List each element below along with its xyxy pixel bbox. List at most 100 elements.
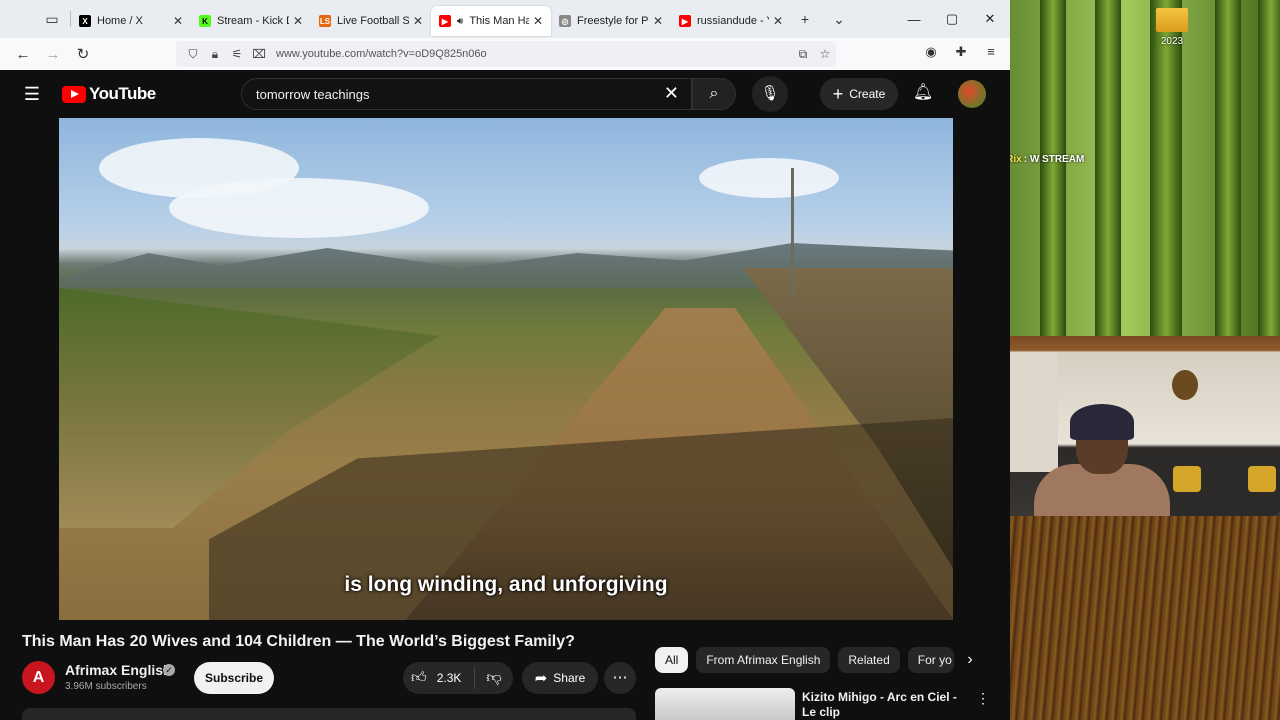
navigation-bar: ← → ↻ ⛉ 🔒︎ ⚟ ⌧ www.youtube.com/watch?v=o… xyxy=(0,38,1010,70)
tab-russiandude[interactable]: ▶ russiandude - Yo ✕ xyxy=(671,6,791,36)
close-tab-icon[interactable]: ✕ xyxy=(533,14,543,28)
video-caption: is long winding, and unforgiving xyxy=(344,573,668,596)
tab-list-chevron-icon[interactable]: ⌄ xyxy=(825,11,853,28)
close-tab-icon[interactable]: ✕ xyxy=(293,14,303,28)
permissions-icon[interactable]: ⚟ xyxy=(226,47,248,61)
shield-icon[interactable]: ⛉ xyxy=(182,47,204,62)
channel-name[interactable]: Afrimax English xyxy=(65,662,172,678)
vertical-dots-icon[interactable]: ⋮ xyxy=(976,690,990,707)
address-bar[interactable]: ⛉ 🔒︎ ⚟ ⌧ www.youtube.com/watch?v=oD9Q825… xyxy=(176,41,836,67)
plus-icon: + xyxy=(832,83,844,104)
tab-kick[interactable]: K Stream - Kick Da ✕ xyxy=(191,6,311,36)
app-menu-icon[interactable]: ≡ xyxy=(976,44,1006,60)
share-arrow-icon: ➦ xyxy=(534,670,548,687)
tab-x[interactable]: X Home / X ✕ xyxy=(71,6,191,36)
speaker-icon[interactable]: 🔊︎ xyxy=(457,16,463,27)
back-icon[interactable]: ← xyxy=(8,46,38,63)
thumbs-down-icon: 👎︎ xyxy=(486,669,502,686)
chat-message: : W STREAM xyxy=(1023,153,1085,165)
browser-window: ▭ X Home / X ✕ K Stream - Kick Da ✕ LS L… xyxy=(0,0,1010,720)
desk-surface xyxy=(1010,515,1280,720)
recommendation-chips: All From Afrimax English Related For yo xyxy=(655,647,962,673)
reload-icon[interactable]: ↻ xyxy=(68,45,98,63)
tab-label: Freestyle for Par xyxy=(577,15,649,27)
tab-overview-icon[interactable]: ▭ xyxy=(38,11,66,28)
avatar[interactable] xyxy=(958,80,986,108)
youtube-play-icon xyxy=(62,85,86,103)
new-tab-icon[interactable]: + xyxy=(791,11,819,27)
youtube-favicon-icon: ▶ xyxy=(679,15,691,27)
like-count: 2.3K xyxy=(436,671,462,685)
search-query[interactable]: tomorrow teachings xyxy=(256,87,369,102)
forward-icon[interactable]: → xyxy=(38,46,68,63)
tab-strip: ▭ X Home / X ✕ K Stream - Kick Da ✕ LS L… xyxy=(0,0,1010,38)
subscriber-count: 3.96M subscribers xyxy=(65,681,147,692)
tab-livescore[interactable]: LS Live Football Sco ✕ xyxy=(311,6,431,36)
video-player[interactable]: is long winding, and unforgiving xyxy=(59,118,953,620)
thumbs-up-icon: 👍︎ xyxy=(411,669,427,686)
microphone-icon: 🎙︎ xyxy=(760,85,780,102)
share-button[interactable]: ➦ Share xyxy=(522,662,598,694)
picture-in-picture-icon[interactable]: ⧉ xyxy=(792,47,814,62)
close-tab-icon[interactable]: ✕ xyxy=(653,14,663,28)
x-favicon-icon: X xyxy=(79,15,91,27)
tab-label: This Man Ha xyxy=(469,15,529,27)
dislike-button[interactable]: 👎︎ xyxy=(475,669,513,687)
close-tab-icon[interactable]: ✕ xyxy=(173,14,183,28)
search-input[interactable]: tomorrow teachings ✕ xyxy=(241,78,692,110)
video-title: This Man Has 20 Wives and 104 Children —… xyxy=(22,633,575,650)
utility-pole xyxy=(791,168,794,298)
tab-label: russiandude - Yo xyxy=(697,15,769,27)
maximize-icon[interactable]: ▢ xyxy=(933,11,971,27)
tab-label: Live Football Sco xyxy=(337,15,409,27)
clear-search-icon[interactable]: ✕ xyxy=(664,83,679,104)
like-button[interactable]: 👍︎ 2.3K xyxy=(403,667,475,689)
create-button[interactable]: + Create xyxy=(820,78,898,110)
chip-related[interactable]: Related xyxy=(838,647,900,673)
tab-label: Stream - Kick Da xyxy=(217,15,289,27)
voice-search-button[interactable]: 🎙︎ xyxy=(752,76,788,112)
recommendation-title[interactable]: Kizito Mihigo - Arc en Ciel - Le clip xyxy=(802,690,962,720)
chevron-right-icon[interactable]: › xyxy=(958,648,982,672)
verified-check-icon: ✓ xyxy=(163,664,175,676)
extensions-icon[interactable]: ✚ xyxy=(946,44,976,60)
account-icon[interactable]: ◉ xyxy=(916,44,946,60)
youtube-favicon-icon: ▶ xyxy=(439,15,451,27)
notifications-bell-icon[interactable]: 🔔︎ xyxy=(910,82,936,106)
kick-favicon-icon: K xyxy=(199,15,211,27)
description-box[interactable] xyxy=(22,708,636,720)
bookmark-star-icon[interactable]: ☆ xyxy=(814,47,836,61)
share-label: Share xyxy=(553,671,586,685)
close-tab-icon[interactable]: ✕ xyxy=(773,14,783,28)
channel-avatar[interactable]: A xyxy=(22,661,55,694)
desktop-folder[interactable]: 2023 xyxy=(1152,8,1192,47)
livescore-favicon-icon: LS xyxy=(319,15,331,27)
url-text[interactable]: www.youtube.com/watch?v=oD9Q825n06o xyxy=(276,48,792,60)
more-actions-icon[interactable]: ⋯ xyxy=(604,662,636,694)
search-button[interactable]: ⌕ xyxy=(692,78,736,110)
youtube-header: ☰ YouTube tomorrow teachings ✕ ⌕ 🎙︎ + Cr… xyxy=(0,70,1010,118)
tab-label: Home / X xyxy=(97,15,143,27)
chip-for-you[interactable]: For yo xyxy=(907,647,954,673)
folder-icon xyxy=(1156,8,1188,32)
close-tab-icon[interactable]: ✕ xyxy=(413,14,423,28)
tab-freestyle[interactable]: ◎ Freestyle for Par ✕ xyxy=(551,6,671,36)
youtube-logo-text: YouTube xyxy=(89,84,156,103)
lock-icon[interactable]: 🔒︎ xyxy=(204,47,226,62)
close-window-icon[interactable]: ✕ xyxy=(971,11,1009,27)
chip-from-channel[interactable]: From Afrimax English xyxy=(696,647,831,673)
camera-off-icon[interactable]: ⌧ xyxy=(248,47,270,61)
subscribe-button[interactable]: Subscribe xyxy=(194,662,274,694)
hamburger-menu-icon[interactable]: ☰ xyxy=(20,82,44,106)
recommendation-thumbnail[interactable] xyxy=(655,688,795,720)
search-icon: ⌕ xyxy=(709,85,719,102)
desktop-folder-label: 2023 xyxy=(1160,36,1184,47)
streamer xyxy=(1030,404,1170,516)
tab-youtube-active[interactable]: ▶ 🔊︎ This Man Ha ✕ xyxy=(431,6,551,36)
chip-all[interactable]: All xyxy=(655,647,689,673)
globe-favicon-icon: ◎ xyxy=(559,15,571,27)
minimize-icon[interactable]: — xyxy=(895,12,933,27)
youtube-logo[interactable]: YouTube xyxy=(62,84,156,104)
create-label: Create xyxy=(849,87,886,101)
wall-clock xyxy=(1172,370,1198,400)
